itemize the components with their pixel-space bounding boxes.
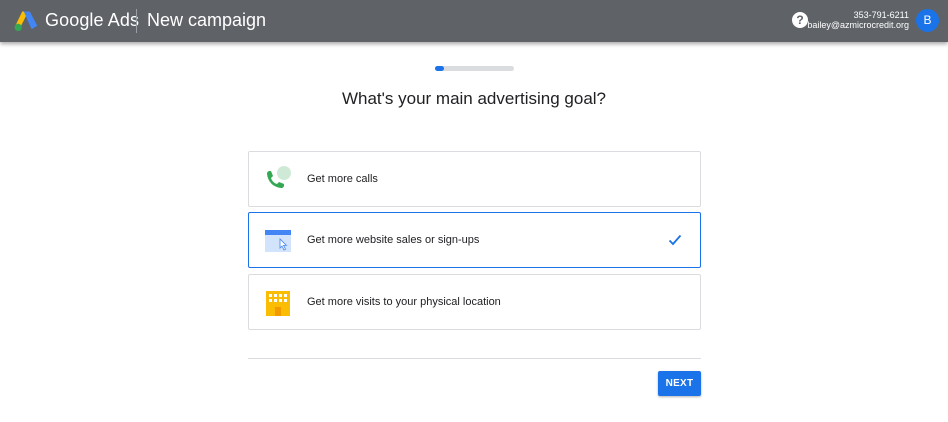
top-bar: Google Ads New campaign ? 353-791-6211 b… bbox=[0, 0, 948, 42]
goal-question: What's your main advertising goal? bbox=[341, 89, 607, 108]
google-ads-logo-icon[interactable] bbox=[14, 10, 38, 32]
page-title: New campaign bbox=[147, 10, 267, 30]
brand-name[interactable]: Google Ads bbox=[45, 10, 139, 31]
avatar[interactable]: B bbox=[916, 9, 939, 32]
goal-label-website-sales: Get more website sales or sign-ups bbox=[307, 234, 480, 246]
goal-option-website-sales[interactable]: Get more website sales or sign-ups bbox=[248, 212, 701, 268]
account-phone: 353-791-6211 bbox=[853, 10, 909, 20]
help-icon[interactable]: ? bbox=[792, 12, 808, 28]
footer-divider bbox=[248, 358, 701, 359]
account-email: bailey@azmicrocredit.org bbox=[807, 20, 909, 30]
website-icon bbox=[265, 230, 291, 252]
checkmark-icon bbox=[668, 234, 682, 246]
account-info[interactable]: 353-791-6211 bailey@azmicrocredit.org bbox=[807, 10, 909, 30]
storefront-icon bbox=[266, 291, 290, 316]
phone-icon bbox=[267, 166, 291, 188]
goal-option-calls[interactable]: Get more calls bbox=[248, 151, 701, 207]
goal-option-physical-location[interactable]: Get more visits to your physical locatio… bbox=[248, 274, 701, 330]
header-divider bbox=[136, 9, 137, 33]
goal-label-physical-location: Get more visits to your physical locatio… bbox=[307, 296, 501, 308]
step-progress-fill bbox=[435, 66, 444, 71]
goal-label-calls: Get more calls bbox=[307, 173, 378, 185]
next-button[interactable]: NEXT bbox=[658, 371, 701, 396]
step-progress-bar bbox=[435, 66, 514, 71]
